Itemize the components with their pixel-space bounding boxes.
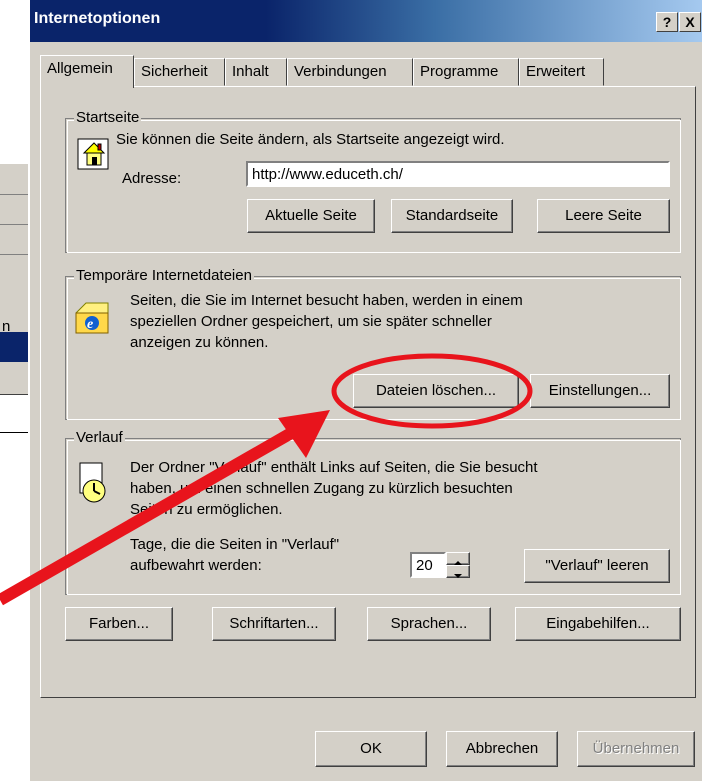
startseite-legend: Startseite [74,109,142,126]
annotation-arrow [0,422,303,606]
annotation-ellipse [331,353,533,429]
history-legend: Verlauf [74,429,125,446]
tab-allgemein[interactable]: Allgemein [40,55,134,88]
temp-files-legend: Temporäre Internetdateien [74,267,254,284]
